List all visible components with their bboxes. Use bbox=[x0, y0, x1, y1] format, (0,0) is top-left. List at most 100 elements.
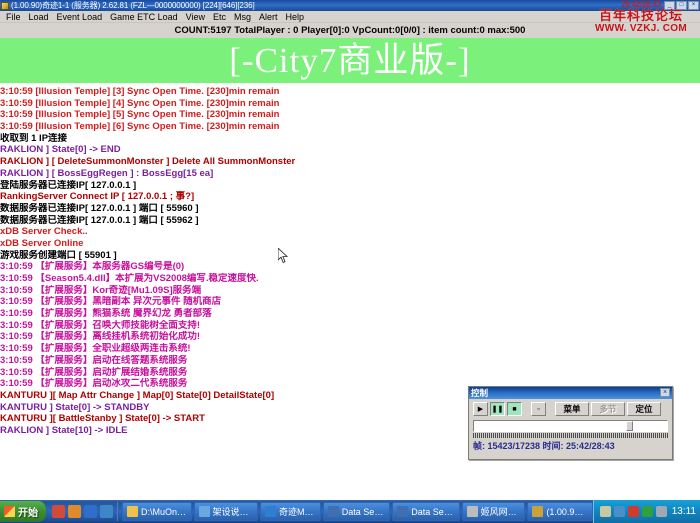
log-line: 3:10:59 【扩展服务】离线挂机系统初始化成功! bbox=[0, 331, 700, 343]
menu-item-file[interactable]: File bbox=[2, 12, 25, 22]
shield-icon[interactable] bbox=[642, 506, 653, 517]
log-line: 数据服务器已连接IP[ 127.0.0.1 ] 端口 [ 55960 ] bbox=[0, 203, 700, 215]
log-line: 3:10:59 [Illusion Temple] [5] Sync Open … bbox=[0, 109, 700, 121]
start-button-label: 开始 bbox=[18, 504, 38, 519]
menu-item-event-load[interactable]: Event Load bbox=[53, 12, 107, 22]
taskbar-task-button[interactable]: 姬风网络Q... bbox=[462, 502, 526, 521]
taskbar-task-button[interactable]: Data Server... bbox=[392, 502, 459, 521]
task-label: 架设说明 - ... bbox=[213, 505, 254, 518]
log-line: 游戏服务创建端口 [ 55901 ] bbox=[0, 250, 700, 262]
log-line: 3:10:59 【扩展服务】熊猫系统 魔界幻龙 勇者部落 bbox=[0, 308, 700, 320]
task-icon bbox=[265, 506, 276, 517]
log-line: 3:10:59 【扩展服务】启动扩展结婚系统服务 bbox=[0, 367, 700, 379]
system-tray: 13:11 bbox=[593, 500, 700, 523]
task-label: Data Server... bbox=[411, 507, 454, 517]
menu-item-game-etc-load[interactable]: Game ETC Load bbox=[106, 12, 182, 22]
control-close-button[interactable]: × bbox=[660, 388, 670, 397]
taskbar-task-button[interactable]: 奇迹Mu数... bbox=[260, 502, 321, 521]
control-window-titlebar[interactable]: 控制 × bbox=[469, 387, 672, 399]
log-line: 3:10:59 【扩展服务】Kor奇迹[Mu1.09S]服务端 bbox=[0, 285, 700, 297]
stop-button[interactable]: ■ bbox=[507, 402, 522, 416]
fullscreen-button[interactable]: ▫ bbox=[531, 402, 546, 416]
play-icon: ▶ bbox=[478, 406, 483, 413]
window-title: (1.00.90)奇迹1-1 (服务器) 2.62.81 (FZL---0000… bbox=[11, 1, 255, 10]
pause-button[interactable]: ❚❚ bbox=[490, 402, 505, 416]
log-line: RAKLION ] [ BossEggRegen ] : BossEgg[15 … bbox=[0, 168, 700, 180]
log-line: 3:10:59 [Illusion Temple] [6] Sync Open … bbox=[0, 121, 700, 133]
menu-button[interactable]: 菜单 bbox=[555, 402, 589, 416]
window-titlebar[interactable]: (1.00.90)奇迹1-1 (服务器) 2.62.81 (FZL---0000… bbox=[0, 0, 700, 11]
server-banner-text: [-City7商业版-] bbox=[229, 42, 470, 80]
log-line: 收取到 1 IP连接 bbox=[0, 133, 700, 145]
antivirus-icon[interactable] bbox=[628, 506, 639, 517]
qq-icon[interactable] bbox=[52, 505, 65, 518]
section-button: 多节 bbox=[591, 402, 625, 416]
menu-item-alert[interactable]: Alert bbox=[255, 12, 282, 22]
minimize-button[interactable]: _ bbox=[664, 1, 675, 10]
close-button[interactable]: × bbox=[688, 1, 699, 10]
taskbar-task-button[interactable]: 架设说明 - ... bbox=[194, 502, 259, 521]
log-line: xDB Server Online bbox=[0, 238, 700, 250]
log-line: xDB Server Check.. bbox=[0, 226, 700, 238]
windows-flag-icon bbox=[4, 506, 15, 517]
printer-icon[interactable] bbox=[600, 506, 611, 517]
application-icon bbox=[1, 2, 9, 10]
window-controls[interactable]: _ □ × bbox=[664, 1, 699, 10]
log-line: 3:10:59 【Season5.4.dll】本扩展为VS2008编写.稳定速度… bbox=[0, 273, 700, 285]
status-counter-text: COUNT:5197 TotalPlayer : 0 Player[0]:0 V… bbox=[175, 25, 526, 36]
task-icon bbox=[532, 506, 543, 517]
task-button-list: D:\MuOnline... 架设说明 - ... 奇迹Mu数... Data Ser… bbox=[118, 502, 593, 521]
task-label: Data Server... bbox=[342, 507, 385, 517]
task-icon bbox=[127, 506, 138, 517]
menu-item-msg[interactable]: Msg bbox=[230, 12, 255, 22]
playback-control-window[interactable]: 控制 × ▶ ❚❚ ■ ▫ 菜单 多节 定位 bbox=[468, 386, 673, 460]
menu-item-view[interactable]: View bbox=[182, 12, 209, 22]
desktop-screen: (1.00.90)奇迹1-1 (服务器) 2.62.81 (FZL---0000… bbox=[0, 0, 700, 523]
fullscreen-icon: ▫ bbox=[537, 406, 539, 413]
log-line: 3:10:59 【扩展服务】黑暗副本 异次元事件 随机商店 bbox=[0, 296, 700, 308]
playback-slider[interactable] bbox=[473, 420, 668, 432]
control-button-row: ▶ ❚❚ ■ ▫ 菜单 多节 定位 bbox=[473, 402, 668, 416]
log-line: 登陆服务器已连接IP[ 127.0.0.1 ] bbox=[0, 180, 700, 192]
menu-item-load[interactable]: Load bbox=[25, 12, 53, 22]
playback-tick-marks bbox=[473, 433, 668, 438]
task-icon bbox=[199, 506, 210, 517]
taskbar-task-button[interactable]: D:\MuOnline... bbox=[122, 502, 192, 521]
menu-bar: FileLoadEvent LoadGame ETC LoadViewEtcMs… bbox=[0, 11, 700, 23]
task-label: 奇迹Mu数... bbox=[279, 505, 316, 518]
log-line: RAKLION ] State[0] -> END bbox=[0, 144, 700, 156]
volume-icon[interactable] bbox=[656, 506, 667, 517]
play-button[interactable]: ▶ bbox=[473, 402, 488, 416]
stop-icon: ■ bbox=[512, 406, 516, 413]
quick-launch-bar bbox=[48, 502, 118, 521]
network-icon[interactable] bbox=[614, 506, 625, 517]
start-button[interactable]: 开始 bbox=[0, 501, 46, 522]
log-line: 3:10:59 【扩展服务】本服务器GS编号是(0) bbox=[0, 261, 700, 273]
browser-icon[interactable] bbox=[84, 505, 97, 518]
log-line: 3:10:59 【扩展服务】全职业超级两连击系统! bbox=[0, 343, 700, 355]
control-window-body: ▶ ❚❚ ■ ▫ 菜单 多节 定位 帧: 1 bbox=[469, 399, 672, 454]
server-banner: [-City7商业版-] bbox=[0, 38, 700, 83]
log-line: 3:10:59 【扩展服务】召唤大师技能树全面支持! bbox=[0, 320, 700, 332]
taskbar-task-button[interactable]: Data Server... bbox=[323, 502, 390, 521]
playback-status-text: 帧: 15423/17238 时间: 25:42/28:43 bbox=[473, 441, 668, 452]
log-line: 3:10:59 [Illusion Temple] [3] Sync Open … bbox=[0, 86, 700, 98]
menu-item-etc[interactable]: Etc bbox=[209, 12, 230, 22]
task-label: 姬风网络Q... bbox=[481, 505, 521, 518]
log-line: 3:10:59 【扩展服务】启动在线答题系统服务 bbox=[0, 355, 700, 367]
task-icon bbox=[467, 506, 478, 517]
media-icon[interactable] bbox=[100, 505, 113, 518]
log-line: RAKLION ] [ DeleteSummonMonster ] Delete… bbox=[0, 156, 700, 168]
locate-button[interactable]: 定位 bbox=[627, 402, 661, 416]
messenger-icon[interactable] bbox=[68, 505, 81, 518]
log-line: 3:10:59 [Illusion Temple] [4] Sync Open … bbox=[0, 98, 700, 110]
taskbar-task-button[interactable]: (1.00.90)奇... bbox=[527, 502, 592, 521]
menu-item-help[interactable]: Help bbox=[282, 12, 309, 22]
pause-icon: ❚❚ bbox=[492, 406, 504, 413]
taskbar: 开始 D:\MuOnline... 架设说明 - ... 奇迹Mu数... Data … bbox=[0, 500, 700, 523]
task-icon bbox=[397, 506, 408, 517]
maximize-button[interactable]: □ bbox=[676, 1, 687, 10]
playback-slider-thumb[interactable] bbox=[626, 421, 633, 431]
task-icon bbox=[328, 506, 339, 517]
log-line: 数据服务器已连接IP[ 127.0.0.1 ] 端口 [ 55962 ] bbox=[0, 215, 700, 227]
